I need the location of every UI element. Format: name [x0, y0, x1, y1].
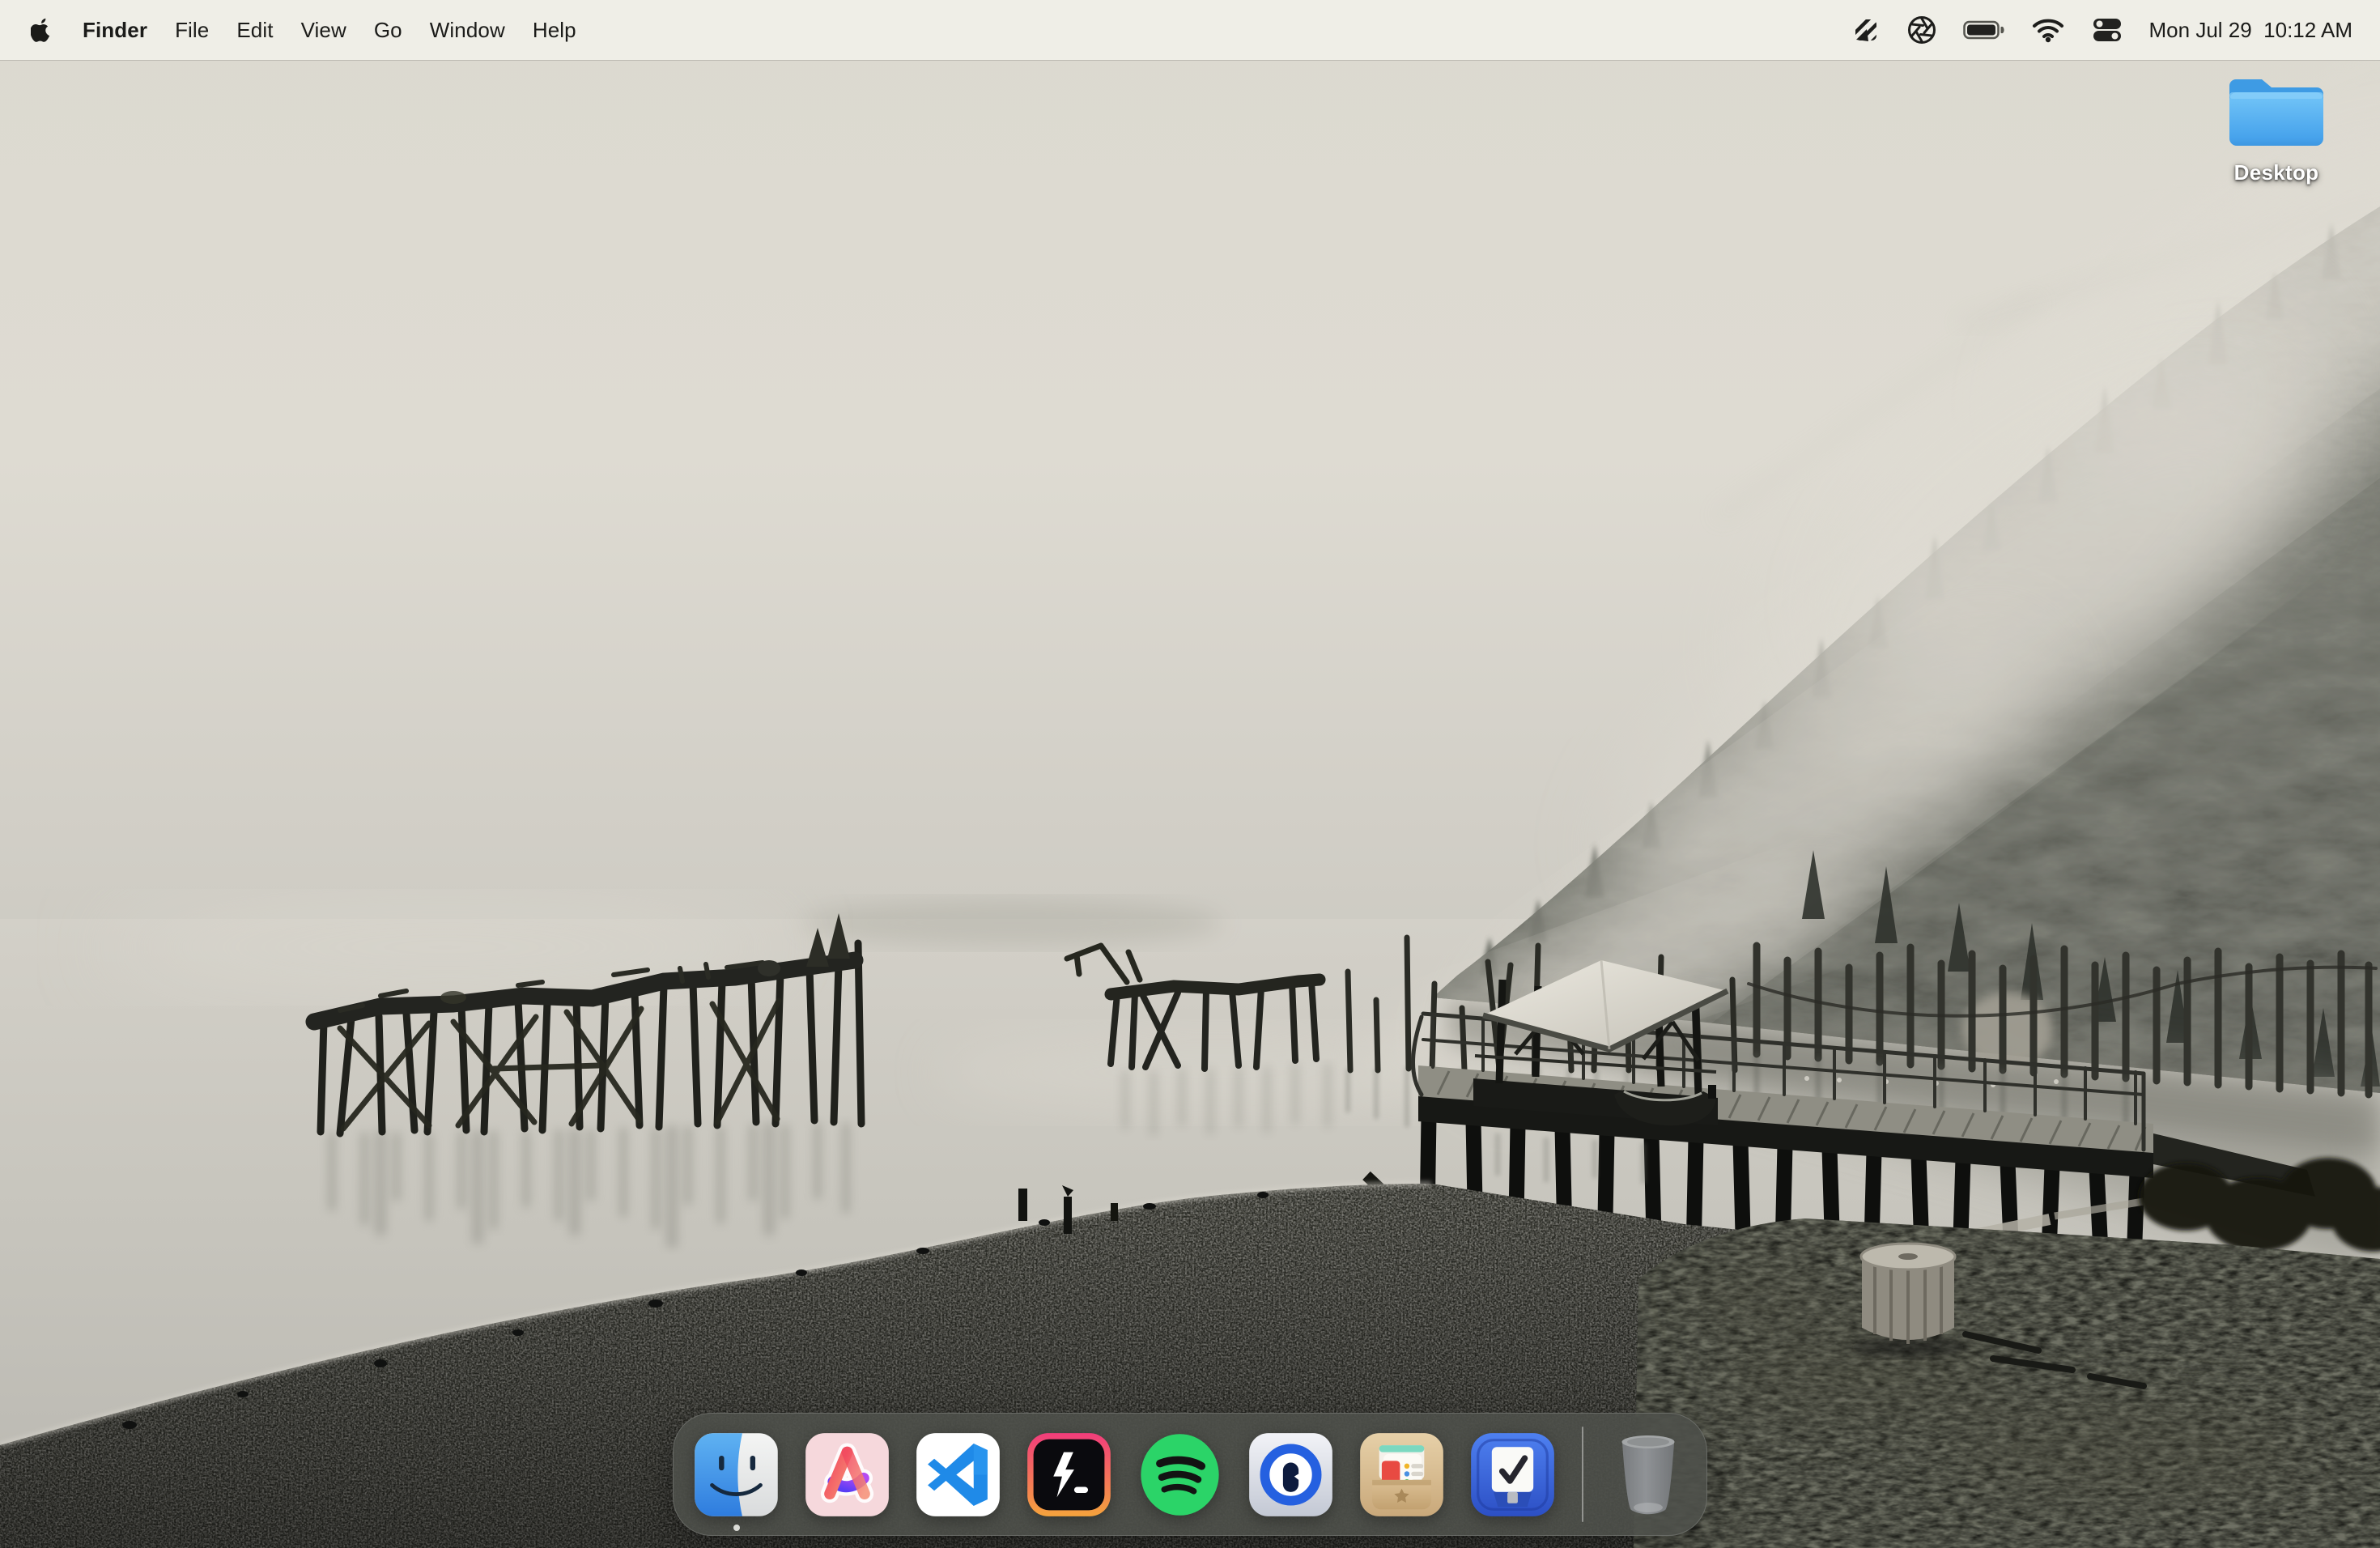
desktop-screen: Finder File Edit View Go Window Help — [0, 0, 2380, 1548]
desktop-icon-label: Desktop — [2234, 160, 2319, 185]
menubar-app-menus: Finder File Edit View Go Window Help — [31, 18, 576, 43]
control-center-icon[interactable] — [2091, 0, 2123, 60]
1password-icon — [1247, 1431, 1334, 1518]
blue-folder-icon — [2226, 71, 2327, 152]
menu-bar: Finder File Edit View Go Window Help — [0, 0, 2380, 60]
apple-menu[interactable] — [31, 18, 52, 42]
dock-item-spotify[interactable] — [1137, 1431, 1223, 1518]
dock-item-tasks[interactable] — [1469, 1431, 1556, 1518]
menubar-clock[interactable]: Mon Jul 29 10:12 AM — [2149, 18, 2352, 43]
menu-go[interactable]: Go — [374, 18, 402, 43]
menu-window[interactable]: Window — [430, 18, 505, 43]
dock-item-cardfile-box[interactable] — [1358, 1431, 1445, 1518]
battery-icon[interactable] — [1963, 0, 2005, 60]
hatched-arrow-icon[interactable] — [1851, 0, 1881, 60]
dock-item-arc-browser[interactable] — [804, 1431, 890, 1518]
cardfile-box-icon — [1358, 1431, 1445, 1518]
menu-finder[interactable]: Finder — [83, 18, 147, 43]
dock-item-1password[interactable] — [1247, 1431, 1334, 1518]
menu-help[interactable]: Help — [533, 18, 576, 43]
trash-icon — [1611, 1430, 1685, 1519]
dock-item-vscode[interactable] — [915, 1431, 1001, 1518]
checkmark-tasks-icon — [1469, 1431, 1556, 1518]
menu-file[interactable]: File — [175, 18, 209, 43]
menubar-status-items: Mon Jul 29 10:12 AM — [1851, 0, 2352, 60]
spotify-icon — [1137, 1431, 1223, 1518]
dock-item-finder[interactable] — [693, 1431, 780, 1518]
apple-logo-icon — [31, 18, 52, 42]
warp-terminal-icon — [1026, 1431, 1112, 1518]
wifi-icon[interactable] — [2031, 0, 2065, 60]
finder-icon — [693, 1431, 780, 1518]
dock-item-trash[interactable] — [1609, 1429, 1687, 1520]
dock-separator-handle[interactable] — [1582, 1427, 1583, 1522]
arc-browser-icon — [804, 1431, 890, 1518]
aperture-icon[interactable] — [1906, 0, 1937, 60]
running-indicator-dot — [733, 1525, 740, 1531]
menu-view[interactable]: View — [301, 18, 346, 43]
wallpaper-image — [0, 0, 2380, 1548]
dock — [673, 1413, 1707, 1536]
menu-edit[interactable]: Edit — [236, 18, 273, 43]
vscode-icon — [915, 1431, 1001, 1518]
dock-item-warp-terminal[interactable] — [1026, 1431, 1112, 1518]
desktop-folder-desktop[interactable]: Desktop — [2220, 71, 2333, 185]
